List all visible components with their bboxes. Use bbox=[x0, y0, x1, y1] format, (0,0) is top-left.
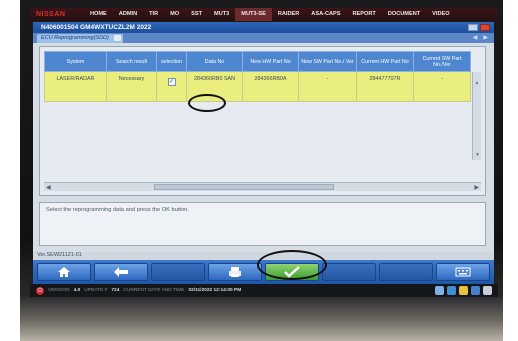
version-caption: VERSION bbox=[48, 288, 70, 293]
menu-item-mut3[interactable]: MUT3 bbox=[208, 8, 235, 21]
keyboard-icon bbox=[455, 267, 471, 277]
home-icon bbox=[58, 267, 70, 277]
back-button[interactable] bbox=[94, 263, 148, 281]
menu-item-report[interactable]: REPORT bbox=[347, 8, 382, 21]
device-status-bar: ⏻ VERSION 4.0 UPDATE # 724 CURRENT DATE … bbox=[30, 284, 498, 297]
brand-logo: NISSAN bbox=[36, 11, 66, 18]
back-arrow-icon bbox=[114, 267, 128, 277]
tab-bar: ECU Reprogramming(SDD) ◀ ▶ bbox=[33, 33, 494, 43]
settings-icon[interactable] bbox=[471, 286, 480, 295]
column-header: selection bbox=[156, 51, 187, 72]
app-screen: N406001504 GM4WXTUCZL2M 2022 ECU Reprogr… bbox=[33, 22, 494, 284]
tab-close-icon[interactable] bbox=[113, 35, 121, 41]
menu-item-tir[interactable]: TIR bbox=[143, 8, 164, 21]
cell-new-hw-part: 284366RB0A bbox=[242, 71, 299, 102]
tab-prev-icon[interactable]: ◀ bbox=[473, 34, 478, 41]
keyboard-button[interactable] bbox=[436, 263, 490, 281]
tab-nav: ◀ ▶ bbox=[473, 34, 488, 41]
column-header: Search result bbox=[106, 51, 157, 72]
horizontal-scrollbar[interactable]: ◀ ▶ bbox=[44, 182, 481, 191]
power-icon[interactable]: ⏻ bbox=[36, 286, 44, 295]
network-icon[interactable] bbox=[447, 286, 456, 295]
cell-current-sw-part: - bbox=[413, 71, 471, 102]
version-value: 4.0 bbox=[73, 288, 81, 293]
printer-icon bbox=[229, 267, 241, 277]
folder-icon[interactable] bbox=[459, 286, 468, 295]
checkbox-highlight-circle bbox=[188, 94, 226, 112]
vertical-scrollbar[interactable]: ▲ ▼ bbox=[472, 72, 481, 160]
results-pane: System Search result selection Data No N… bbox=[39, 46, 486, 196]
cell-new-sw-part: - bbox=[298, 71, 357, 102]
menu-item-video[interactable]: VIDEO bbox=[426, 8, 455, 21]
cell-selection: ✓ bbox=[156, 71, 187, 102]
menu-item-asa-caps[interactable]: ASA-CAPS bbox=[305, 8, 346, 21]
menu-item-document[interactable]: DOCUMENT bbox=[382, 8, 426, 21]
cell-search-result: Necessary bbox=[106, 71, 157, 102]
tab-next-icon[interactable]: ▶ bbox=[483, 34, 488, 41]
function-button-6[interactable] bbox=[322, 263, 376, 281]
menu-item-mut3-se[interactable]: MUT3-SE bbox=[235, 8, 272, 21]
datetime-caption: CURRENT DATE AND TIME bbox=[123, 288, 185, 293]
update-value: 724 bbox=[111, 288, 120, 293]
column-header: Data No bbox=[186, 51, 243, 72]
reprogramming-table: System Search result selection Data No N… bbox=[44, 51, 471, 102]
print-button[interactable] bbox=[208, 263, 262, 281]
column-header: Current HW Part No bbox=[356, 51, 414, 72]
battery-icon bbox=[483, 286, 492, 295]
function-button-3[interactable] bbox=[151, 263, 205, 281]
table-header-row: System Search result selection Data No N… bbox=[44, 51, 471, 72]
scroll-up-icon[interactable]: ▲ bbox=[473, 80, 481, 86]
close-button[interactable] bbox=[480, 24, 490, 31]
window-controls bbox=[468, 24, 490, 31]
menu-item-admin[interactable]: ADMIN bbox=[113, 8, 143, 21]
system-tray bbox=[435, 286, 492, 295]
home-button[interactable] bbox=[37, 263, 91, 281]
column-header: New HW Part No bbox=[242, 51, 299, 72]
table-row[interactable]: LASER/RADAR Necessary ✓ 284366RB0 SAN 28… bbox=[44, 71, 471, 102]
window-titlebar: N406001504 GM4WXTUCZL2M 2022 bbox=[33, 22, 494, 33]
selection-checkbox[interactable]: ✓ bbox=[167, 78, 176, 86]
menu-item-sst[interactable]: SST bbox=[185, 8, 208, 21]
scroll-left-icon[interactable]: ◀ bbox=[46, 184, 51, 191]
minimize-button[interactable] bbox=[468, 24, 478, 31]
top-menu-bar: NISSAN HOME ADMIN TIR MO SST MUT3 MUT3-S… bbox=[30, 8, 498, 21]
column-header: System bbox=[44, 51, 107, 72]
scroll-right-icon[interactable]: ▶ bbox=[474, 184, 479, 191]
scroll-thumb[interactable] bbox=[154, 184, 334, 190]
function-button-7[interactable] bbox=[379, 263, 433, 281]
scroll-down-icon[interactable]: ▼ bbox=[473, 152, 482, 158]
window-title: N406001504 GM4WXTUCZL2M 2022 bbox=[41, 24, 152, 31]
tab-label: ECU Reprogramming(SDD) bbox=[41, 35, 109, 41]
cell-system: LASER/RADAR bbox=[44, 71, 107, 102]
menu-item-raider[interactable]: RAIDER bbox=[272, 8, 305, 21]
cell-current-hw-part: 284477707R bbox=[356, 71, 414, 102]
column-header: New SW Part No./ Ver bbox=[298, 51, 357, 72]
menu-item-home[interactable]: HOME bbox=[84, 8, 113, 21]
ok-button-highlight-circle bbox=[257, 250, 327, 280]
device-bezel bbox=[20, 296, 503, 341]
update-caption: UPDATE # bbox=[84, 288, 108, 293]
datetime-value: 02/11/2022 12:14:00 PM bbox=[188, 288, 242, 293]
menu-item-mo[interactable]: MO bbox=[164, 8, 185, 21]
tab-ecu-reprogramming[interactable]: ECU Reprogramming(SDD) bbox=[37, 34, 123, 43]
column-header: Current SW Part No./Ver bbox=[413, 51, 471, 72]
help-icon[interactable] bbox=[435, 286, 444, 295]
instruction-message: Select the reprogramming data and press … bbox=[39, 202, 486, 246]
